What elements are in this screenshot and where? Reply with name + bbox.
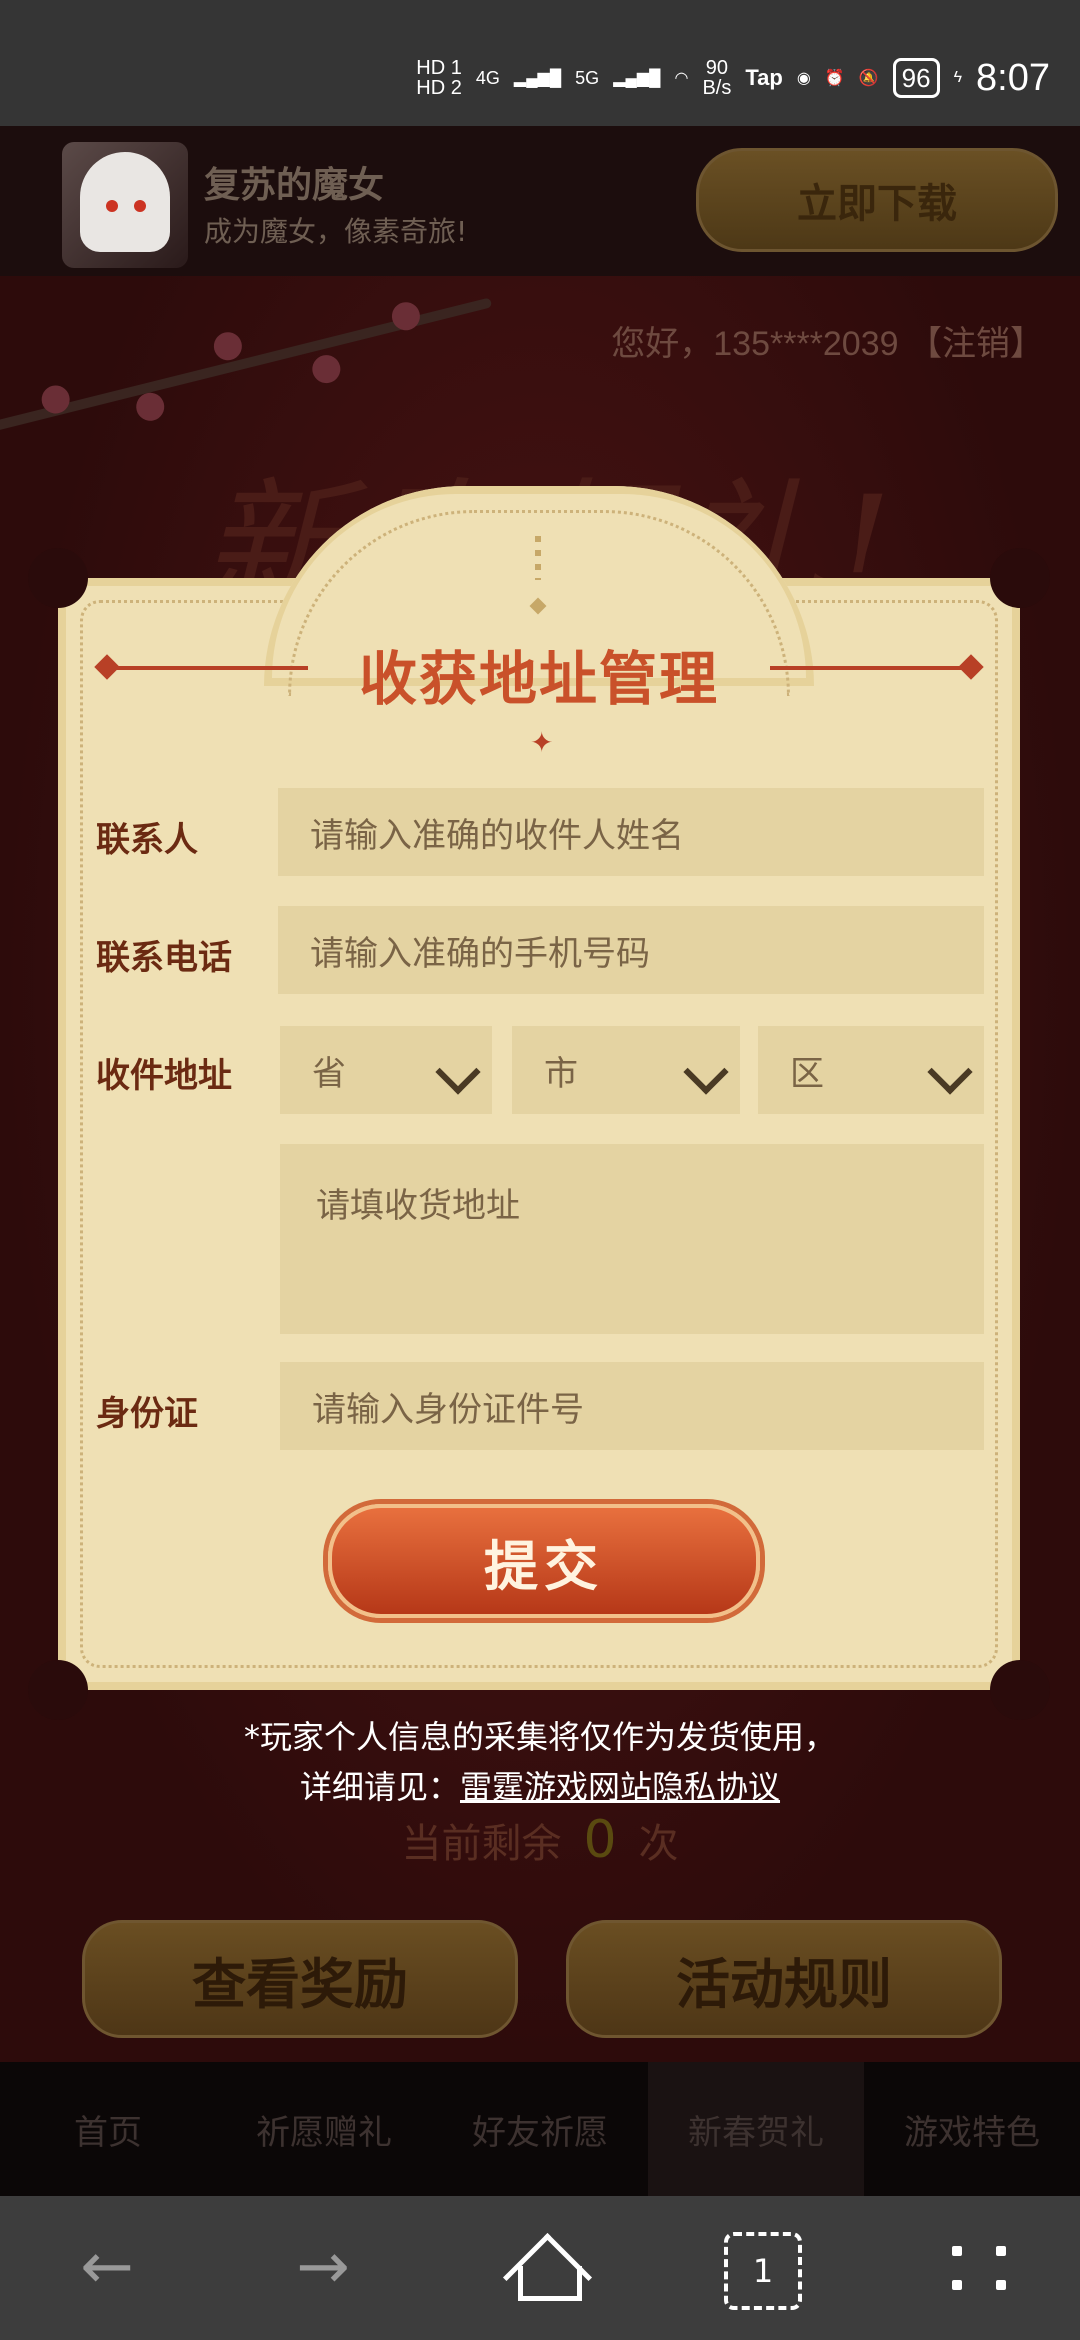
address-modal: 收获地址管理 ✦ 联系人 请输入准确的收件人姓名 联系电话 请输入准确的手机号码… bbox=[28, 486, 1050, 1720]
bottom-tab-bar: 首页 祈愿赠礼 好友祈愿 新春贺礼 游戏特色 bbox=[0, 2062, 1080, 2196]
address-label: 收件地址 bbox=[96, 1056, 232, 1096]
rules-button[interactable]: 活动规则 bbox=[566, 1920, 1002, 2038]
tab-game-features[interactable]: 游戏特色 bbox=[864, 2062, 1080, 2196]
game-subtitle: 成为魔女，像素奇旅! bbox=[204, 215, 468, 248]
eye-icon: ◉ bbox=[796, 70, 811, 87]
system-navigation-bar: ← → 1 bbox=[0, 2196, 1080, 2340]
tab-new-year-gift[interactable]: 新春贺礼 bbox=[648, 2062, 864, 2196]
city-select[interactable]: 市 bbox=[512, 1026, 740, 1114]
clock: 8:07 bbox=[976, 56, 1050, 99]
signal-5g-icon: 5G bbox=[575, 67, 600, 88]
tab-home[interactable]: 首页 bbox=[0, 2062, 216, 2196]
user-greeting[interactable]: 您好，135****2039 【注销】 bbox=[611, 316, 1044, 365]
id-label: 身份证 bbox=[96, 1394, 198, 1434]
battery-icon: 96 bbox=[892, 58, 940, 98]
remaining-count: 当前剩余 0 次 bbox=[401, 1810, 679, 1870]
download-button[interactable]: 立即下载 bbox=[696, 148, 1058, 252]
province-select[interactable]: 省 bbox=[280, 1026, 492, 1114]
district-select[interactable]: 区 bbox=[758, 1026, 984, 1114]
star-ornament-icon: ✦ bbox=[530, 726, 554, 759]
home-icon[interactable] bbox=[502, 2232, 593, 2323]
address-textarea[interactable]: 请填收货地址 bbox=[280, 1144, 984, 1334]
forward-icon[interactable]: → bbox=[288, 2232, 358, 2302]
signal-4g-icon: 4G bbox=[475, 67, 500, 88]
chevron-down-icon bbox=[435, 1049, 481, 1095]
back-icon[interactable]: ← bbox=[72, 2232, 142, 2302]
privacy-notice: *玩家个人信息的采集将仅作为发货使用， 详细请见：雷霆游戏网站隐私协议 bbox=[243, 1718, 836, 1806]
contact-name-input[interactable]: 请输入准确的收件人姓名 bbox=[278, 788, 984, 876]
submit-button[interactable]: 提交 bbox=[328, 1504, 760, 1618]
chevron-down-icon bbox=[927, 1049, 973, 1095]
tab-wish-gift[interactable]: 祈愿赠礼 bbox=[216, 2062, 432, 2196]
contact-label: 联系人 bbox=[96, 820, 198, 860]
app-banner: 复苏的魔女 成为魔女，像素奇旅! 立即下载 bbox=[0, 126, 1080, 276]
phone-input[interactable]: 请输入准确的手机号码 bbox=[278, 906, 984, 994]
modal-title: 收获地址管理 bbox=[358, 645, 719, 713]
view-rewards-button[interactable]: 查看奖励 bbox=[82, 1920, 518, 2038]
game-title: 复苏的魔女 bbox=[204, 165, 385, 206]
phone-label: 联系电话 bbox=[96, 938, 232, 978]
tab-friend-wish[interactable]: 好友祈愿 bbox=[432, 2062, 648, 2196]
tabs-icon[interactable]: 1 bbox=[724, 2232, 802, 2310]
signal-bars-icon: ▂▄▆█ bbox=[613, 70, 661, 87]
menu-icon[interactable] bbox=[948, 2232, 1018, 2302]
id-number-input[interactable]: 请输入身份证件号 bbox=[280, 1362, 984, 1450]
charging-icon: ϟ bbox=[953, 69, 963, 86]
alarm-icon: ⏰ bbox=[824, 70, 845, 87]
signal-bars-icon: ▂▄▆█ bbox=[513, 70, 562, 87]
privacy-policy-link[interactable]: 雷霆游戏网站隐私协议 bbox=[460, 1768, 780, 1806]
mute-icon: 🔕 bbox=[858, 70, 879, 87]
game-avatar bbox=[62, 142, 188, 268]
wifi-icon: ◠ bbox=[674, 70, 689, 87]
network-speed: 90 B/s bbox=[702, 57, 732, 99]
tap-icon: Tap bbox=[745, 65, 783, 90]
status-bar: HD 1 HD 2 4G ▂▄▆█ 5G ▂▄▆█ ◠ 90 B/s Tap ◉ ⏰… bbox=[0, 0, 1080, 126]
chevron-down-icon bbox=[683, 1049, 729, 1095]
hd-indicator: HD 1 HD 2 bbox=[416, 57, 462, 99]
